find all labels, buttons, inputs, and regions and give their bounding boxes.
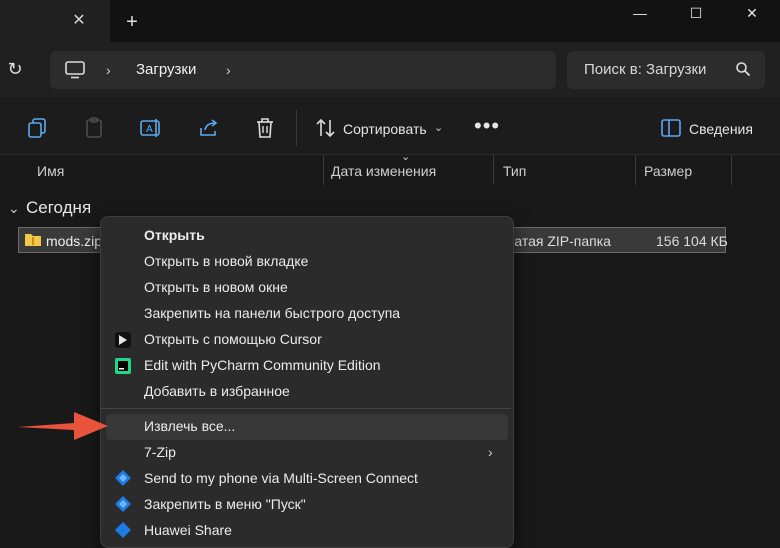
trash-icon[interactable] xyxy=(253,116,277,140)
group-collapse-chevron-icon[interactable]: ⌄ xyxy=(8,200,20,217)
details-button[interactable]: Сведения xyxy=(689,121,753,137)
submenu-chevron-right-icon: › xyxy=(488,444,493,460)
svg-text:A: A xyxy=(146,124,153,135)
column-divider[interactable] xyxy=(635,155,636,185)
computer-icon[interactable] xyxy=(65,61,85,79)
zip-folder-icon xyxy=(25,234,41,246)
column-header-name[interactable]: Имя xyxy=(37,163,64,179)
menu-item-send-to-phone[interactable]: Send to my phone via Multi-Screen Connec… xyxy=(144,470,418,486)
active-tab[interactable] xyxy=(0,0,110,42)
menu-item-pin-quick-access[interactable]: Закрепить на панели быстрого доступа xyxy=(144,305,400,321)
menu-item-7zip[interactable]: 7-Zip xyxy=(144,444,176,460)
group-header-today[interactable]: Сегодня xyxy=(26,198,91,218)
rename-icon[interactable]: A xyxy=(139,116,163,140)
file-type: жатая ZIP-папка xyxy=(505,233,611,249)
menu-item-open[interactable]: Открыть xyxy=(144,227,205,243)
column-header-type[interactable]: Тип xyxy=(503,163,526,179)
pin-start-icon xyxy=(115,496,131,512)
tab-close-icon[interactable]: ✕ xyxy=(68,10,90,32)
column-divider[interactable] xyxy=(731,155,732,185)
sort-icon[interactable] xyxy=(314,116,338,140)
search-placeholder: Поиск в: Загрузки xyxy=(584,61,707,78)
column-divider[interactable] xyxy=(493,155,494,185)
menu-item-edit-pycharm[interactable]: Edit with PyCharm Community Edition xyxy=(144,357,381,373)
menu-item-extract-all[interactable]: Извлечь все... xyxy=(144,418,235,434)
menu-separator xyxy=(101,408,511,409)
huawei-share-icon xyxy=(115,522,131,538)
menu-item-open-new-window[interactable]: Открыть в новом окне xyxy=(144,279,288,295)
multi-screen-connect-icon xyxy=(115,470,131,486)
toolbar-divider xyxy=(296,110,297,146)
file-name[interactable]: mods.zip xyxy=(46,233,102,249)
breadcrumb-chevron-icon[interactable]: › xyxy=(226,62,231,78)
menu-item-huawei-share[interactable]: Huawei Share xyxy=(144,522,232,538)
menu-item-add-favorites[interactable]: Добавить в избранное xyxy=(144,383,290,399)
close-button[interactable]: ✕ xyxy=(724,0,780,28)
sort-button[interactable]: Сортировать xyxy=(343,121,427,137)
paste-icon[interactable] xyxy=(82,116,106,140)
search-icon[interactable] xyxy=(735,61,751,77)
menu-item-pin-start[interactable]: Закрепить в меню "Пуск" xyxy=(144,496,306,512)
column-header-size[interactable]: Размер xyxy=(644,163,692,179)
column-divider[interactable] xyxy=(323,155,324,185)
breadcrumb-downloads[interactable]: Загрузки xyxy=(136,61,196,78)
menu-item-open-new-tab[interactable]: Открыть в новой вкладке xyxy=(144,253,308,269)
sort-chevron-down-icon[interactable]: ⌄ xyxy=(434,121,443,134)
maximize-button[interactable]: ☐ xyxy=(668,0,724,28)
pycharm-icon xyxy=(115,358,131,374)
copy-icon[interactable] xyxy=(26,116,50,140)
details-pane-icon[interactable] xyxy=(661,119,681,137)
share-icon[interactable] xyxy=(197,116,221,140)
breadcrumb-chevron-icon[interactable]: › xyxy=(106,62,111,78)
sort-indicator-icon: ⌄ xyxy=(401,151,411,163)
address-bar[interactable] xyxy=(50,51,556,89)
menu-item-open-with-cursor[interactable]: Открыть с помощью Cursor xyxy=(144,331,322,347)
refresh-icon[interactable]: ↻ xyxy=(4,58,26,80)
minimize-button[interactable]: — xyxy=(612,0,668,28)
file-size: 156 104 КБ xyxy=(656,233,728,249)
annotation-arrow xyxy=(18,412,108,440)
cursor-app-icon xyxy=(115,332,131,348)
column-header-date[interactable]: Дата изменения xyxy=(331,163,436,179)
new-tab-button[interactable]: + xyxy=(120,10,144,34)
more-options-button[interactable]: ••• xyxy=(474,113,500,139)
